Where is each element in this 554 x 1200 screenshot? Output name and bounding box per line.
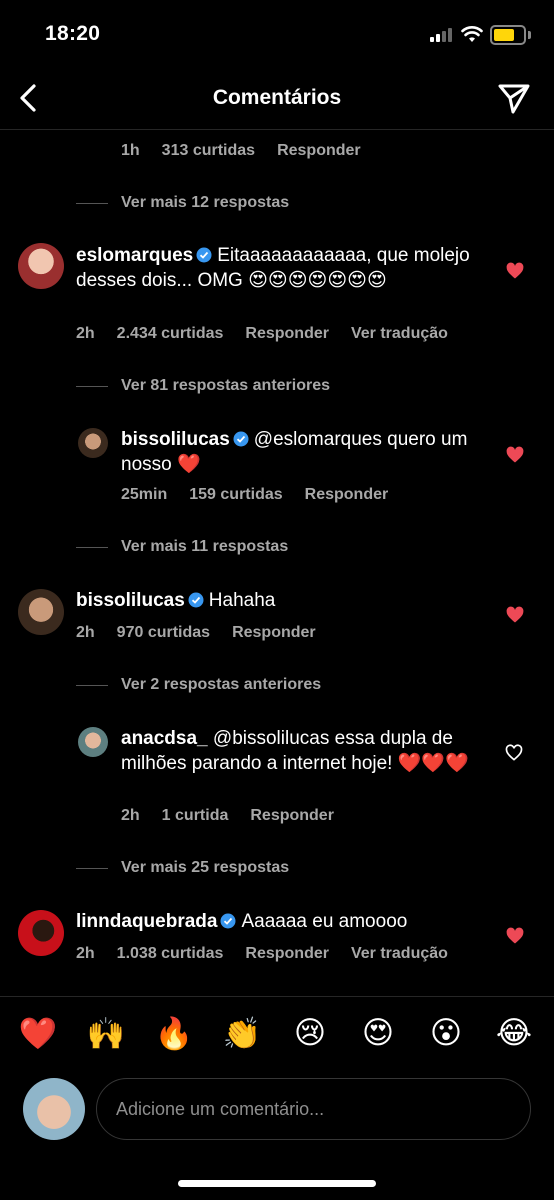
verified-badge-icon: [233, 431, 249, 447]
username[interactable]: linndaquebrada: [76, 911, 217, 932]
home-indicator: [178, 1180, 376, 1187]
comment-meta: 2h 1 curtida Responder: [121, 807, 356, 825]
like-count[interactable]: 159 curtidas: [189, 486, 282, 503]
emoji-heart[interactable]: ❤️: [18, 1015, 58, 1052]
verified-badge-icon: [196, 247, 212, 263]
like-count[interactable]: 1.038 curtidas: [117, 945, 224, 962]
username[interactable]: bissolilucas: [76, 590, 185, 611]
comment-body: Aaaaaa eu amoooo: [241, 911, 408, 932]
username[interactable]: bissolilucas: [121, 429, 230, 450]
comment-text: bissolilucas Hahaha: [76, 589, 476, 613]
heart-filled-icon[interactable]: [505, 926, 525, 946]
comment-composer: [0, 1076, 554, 1146]
like-count[interactable]: 313 curtidas: [162, 142, 255, 159]
wifi-icon: [461, 26, 483, 42]
translate-button[interactable]: Ver tradução: [351, 945, 448, 962]
battery-icon: [490, 25, 526, 45]
send-icon[interactable]: [496, 80, 532, 116]
view-more-replies[interactable]: Ver mais 11 respostas: [76, 538, 288, 556]
quick-emoji-bar: ❤️ 🙌 🔥 👏 😢 😍 😮 😂: [0, 996, 554, 1072]
comment-meta: 2h 970 curtidas Responder: [76, 624, 338, 642]
like-count[interactable]: 970 curtidas: [117, 624, 210, 641]
comment-time: 2h: [121, 807, 140, 824]
emoji-heart-eyes[interactable]: 😍: [358, 1015, 398, 1051]
comment-input[interactable]: [96, 1078, 531, 1140]
view-previous-replies[interactable]: Ver 2 respostas anteriores: [76, 676, 321, 694]
comment-meta: 2h 1.038 curtidas Responder Ver tradução: [76, 945, 470, 963]
comment-text: anacdsa_ @bissolilucas essa dupla de mil…: [121, 727, 491, 776]
translate-button[interactable]: Ver tradução: [351, 325, 448, 342]
heart-filled-icon[interactable]: [505, 605, 525, 625]
like-count[interactable]: 2.434 curtidas: [117, 325, 224, 342]
comment-emojis: 😍😍😍😍😍😍😍: [248, 269, 387, 291]
heart-outline-icon[interactable]: [504, 743, 524, 763]
like-count[interactable]: 1 curtida: [162, 807, 229, 824]
avatar[interactable]: [18, 910, 64, 956]
comment-meta: 25min 159 curtidas Responder: [121, 486, 410, 504]
comment-time: 2h: [76, 945, 95, 962]
emoji-fire[interactable]: 🔥: [154, 1015, 194, 1052]
view-previous-replies[interactable]: Ver 81 respostas anteriores: [76, 377, 330, 395]
avatar[interactable]: [18, 243, 64, 289]
comment-meta: 2h 2.434 curtidas Responder Ver tradução: [76, 325, 470, 343]
reply-button[interactable]: Responder: [232, 624, 316, 641]
comment-time: 25min: [121, 486, 168, 503]
comment-time: 1h: [121, 142, 140, 159]
view-more-replies[interactable]: Ver mais 12 respostas: [76, 194, 289, 212]
comment-time: 2h: [76, 325, 95, 342]
page-title: Comentários: [212, 86, 342, 109]
comment-emojis: ❤️❤️❤️: [397, 752, 469, 774]
avatar: [23, 1078, 85, 1140]
reply-button[interactable]: Responder: [250, 807, 334, 824]
comment-text: linndaquebrada Aaaaaa eu amoooo: [76, 910, 476, 934]
comment-time: 2h: [76, 624, 95, 641]
reply-button[interactable]: Responder: [245, 945, 329, 962]
reply-button[interactable]: Responder: [277, 142, 361, 159]
status-bar: 18:20: [0, 0, 554, 66]
reply-button[interactable]: Responder: [305, 486, 389, 503]
emoji-crying[interactable]: 😢: [290, 1015, 330, 1051]
avatar[interactable]: [78, 727, 108, 757]
username[interactable]: anacdsa_: [121, 728, 208, 749]
comment-emojis: ❤️: [176, 453, 201, 475]
verified-badge-icon: [220, 913, 236, 929]
view-more-replies[interactable]: Ver mais 25 respostas: [76, 859, 289, 877]
cellular-signal-icon: [430, 28, 454, 42]
heart-filled-icon[interactable]: [505, 445, 525, 465]
username[interactable]: eslomarques: [76, 245, 193, 266]
emoji-clapping[interactable]: 👏: [222, 1015, 262, 1052]
avatar[interactable]: [78, 428, 108, 458]
header: Comentários: [0, 66, 554, 130]
emoji-surprised[interactable]: 😮: [426, 1015, 466, 1051]
verified-badge-icon: [188, 592, 204, 608]
emoji-raised-hands[interactable]: 🙌: [86, 1015, 126, 1052]
reply-button[interactable]: Responder: [245, 325, 329, 342]
comment-text: eslomarques Eitaaaaaaaaaaaa, que molejo d…: [76, 244, 476, 293]
emoji-laughing[interactable]: 😂: [494, 1015, 534, 1051]
status-time: 18:20: [45, 22, 101, 45]
heart-filled-icon[interactable]: [505, 261, 525, 281]
comment-meta: 1h 313 curtidas Responder: [121, 142, 383, 160]
comment-body: Hahaha: [208, 590, 276, 611]
comment-text: bissolilucas @eslomarques quero um nosso …: [121, 428, 471, 477]
avatar[interactable]: [18, 589, 64, 635]
